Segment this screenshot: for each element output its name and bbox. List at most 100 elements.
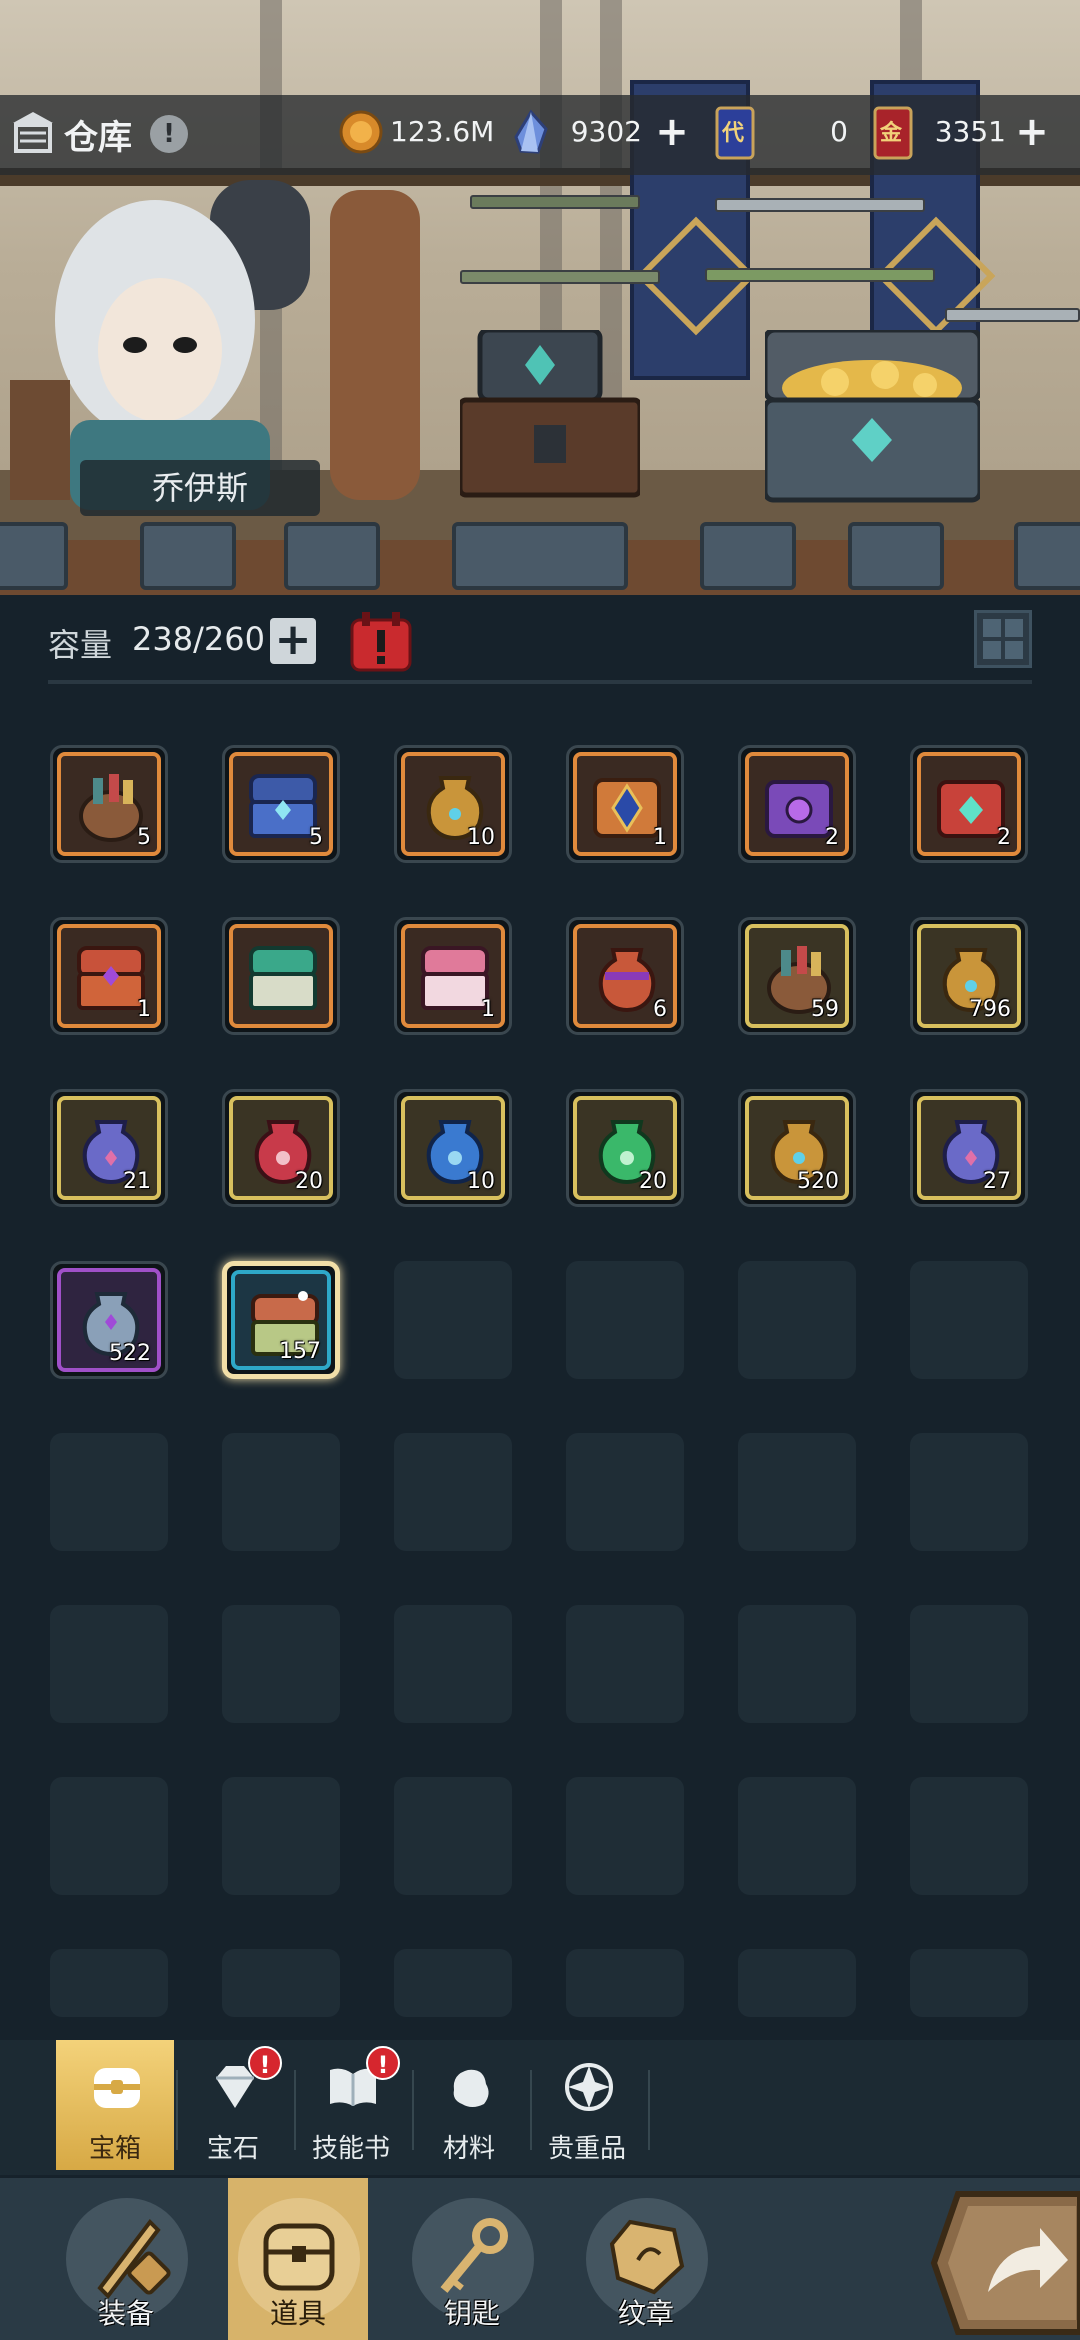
empty-slot <box>50 1949 168 2017</box>
item-frame: 796 <box>917 924 1021 1028</box>
red-card-value: 3351 <box>934 115 1006 148</box>
empty-slot <box>566 1605 684 1723</box>
empty-slot <box>394 1777 512 1895</box>
help-button[interactable]: ! <box>150 115 188 153</box>
inventory-slot[interactable]: 1 <box>394 917 512 1035</box>
item-frame: 5 <box>57 752 161 856</box>
inventory-slot[interactable]: 520 <box>738 1089 856 1207</box>
empty-slot <box>738 1605 856 1723</box>
tab-material[interactable]: 材料 <box>410 2040 528 2170</box>
inventory-slot[interactable]: 27 <box>910 1089 1028 1207</box>
expand-capacity-button[interactable]: + <box>270 618 316 664</box>
capacity-row: 容量 238/260 + <box>48 610 1038 672</box>
item-count: 2 <box>997 825 1011 850</box>
capacity-label: 容量 <box>48 626 113 664</box>
item-frame: 20 <box>229 1096 333 1200</box>
item-frame: 20 <box>573 1096 677 1200</box>
inventory-slot[interactable]: 10 <box>394 1089 512 1207</box>
inventory-slot[interactable]: 2 <box>910 745 1028 863</box>
inventory-slot[interactable]: 10 <box>394 745 512 863</box>
sword-decoration <box>945 308 1080 322</box>
item-frame: 5 <box>229 752 333 856</box>
item-count: 6 <box>653 997 667 1022</box>
item-chest-icon <box>263 2223 335 2291</box>
tab-chest[interactable]: 宝箱 <box>56 2040 174 2170</box>
empty-slot <box>222 1949 340 2017</box>
item-count: 20 <box>639 1169 667 1194</box>
inventory-slot[interactable] <box>222 917 340 1035</box>
tab-valuables[interactable]: 贵重品 <box>528 2040 646 2170</box>
item-frame: 2 <box>917 752 1021 856</box>
share-arrow-button[interactable] <box>928 2188 1080 2338</box>
treasure-chest-decoration <box>765 330 980 503</box>
inventory-slot[interactable]: 21 <box>50 1089 168 1207</box>
equipment-icon <box>97 2218 171 2300</box>
empty-slot <box>222 1605 340 1723</box>
empty-slot <box>738 1261 856 1379</box>
crystal-icon <box>514 109 548 154</box>
nav-equipment[interactable]: 装备 <box>56 2178 196 2340</box>
spear-decoration <box>460 270 660 284</box>
item-frame: 59 <box>745 924 849 1028</box>
item-frame: 157 <box>231 1270 331 1370</box>
item-frame: 2 <box>745 752 849 856</box>
add-red-card-button[interactable]: + <box>1012 112 1052 153</box>
empty-slot <box>566 1777 684 1895</box>
item-frame: 21 <box>57 1096 161 1200</box>
tab-label: 贵重品 <box>547 2134 626 2164</box>
empty-slot <box>50 1433 168 1551</box>
inventory-slot[interactable]: 522 <box>50 1261 168 1379</box>
item-frame: 27 <box>917 1096 1021 1200</box>
inventory-slot[interactable]: 1 <box>566 745 684 863</box>
nav-emblem[interactable]: 纹章 <box>576 2178 716 2340</box>
tab-skill-book[interactable]: ! 技能书 <box>292 2040 410 2170</box>
warehouse-icon <box>13 112 53 153</box>
item-count: 1 <box>137 997 151 1022</box>
inventory-slot[interactable]: 6 <box>566 917 684 1035</box>
inventory-slot[interactable]: 157 <box>222 1261 340 1379</box>
nav-label: 装备 <box>97 2297 154 2330</box>
inventory-slot[interactable]: 5 <box>50 745 168 863</box>
inventory-slot[interactable]: 20 <box>566 1089 684 1207</box>
divider <box>48 680 1032 684</box>
valuable-icon <box>565 2063 613 2111</box>
item-count: 2 <box>825 825 839 850</box>
inventory-slot[interactable]: 20 <box>222 1089 340 1207</box>
inventory-slot[interactable]: 1 <box>50 917 168 1035</box>
nav-items[interactable]: 道具 <box>228 2178 368 2340</box>
empty-slot <box>566 1949 684 2017</box>
inventory-slot[interactable]: 796 <box>910 917 1028 1035</box>
chest-icon <box>94 2068 140 2108</box>
top-bar: 仓库 ! 123.6M 9302 + 代 0 金 3351 + <box>0 95 1080 175</box>
empty-slot <box>222 1433 340 1551</box>
red-card-text: 金 <box>880 121 903 146</box>
grid-view-toggle[interactable] <box>974 610 1032 668</box>
nav-label: 钥匙 <box>443 2297 500 2330</box>
nav-label: 纹章 <box>617 2297 674 2330</box>
nav-label: 道具 <box>269 2297 326 2330</box>
item-count: 20 <box>295 1169 323 1194</box>
add-crystal-button[interactable]: + <box>652 112 692 153</box>
empty-slot <box>566 1433 684 1551</box>
hero-name: 乔伊斯 <box>80 460 320 516</box>
item-frame: 6 <box>573 924 677 1028</box>
nav-keys[interactable]: 钥匙 <box>402 2178 542 2340</box>
inventory-slot[interactable]: 59 <box>738 917 856 1035</box>
inventory-slot[interactable]: 5 <box>222 745 340 863</box>
item-count: 157 <box>279 1339 321 1364</box>
item-frame: 1 <box>573 752 677 856</box>
tab-gem[interactable]: ! 宝石 <box>174 2040 292 2170</box>
item-count: 5 <box>137 825 151 850</box>
empty-slot <box>738 1777 856 1895</box>
sword-decoration <box>715 198 925 212</box>
empty-slot <box>394 1433 512 1551</box>
empty-slot <box>222 1777 340 1895</box>
green-chest-icon <box>249 946 317 1010</box>
inventory-slot[interactable]: 2 <box>738 745 856 863</box>
tab-label: 材料 <box>442 2134 495 2164</box>
calendar-alert-icon[interactable] <box>348 610 414 672</box>
item-count: 27 <box>983 1169 1011 1194</box>
empty-slot <box>910 1777 1028 1895</box>
blue-card-text: 代 <box>722 121 745 146</box>
small-chest-decoration <box>460 330 640 498</box>
